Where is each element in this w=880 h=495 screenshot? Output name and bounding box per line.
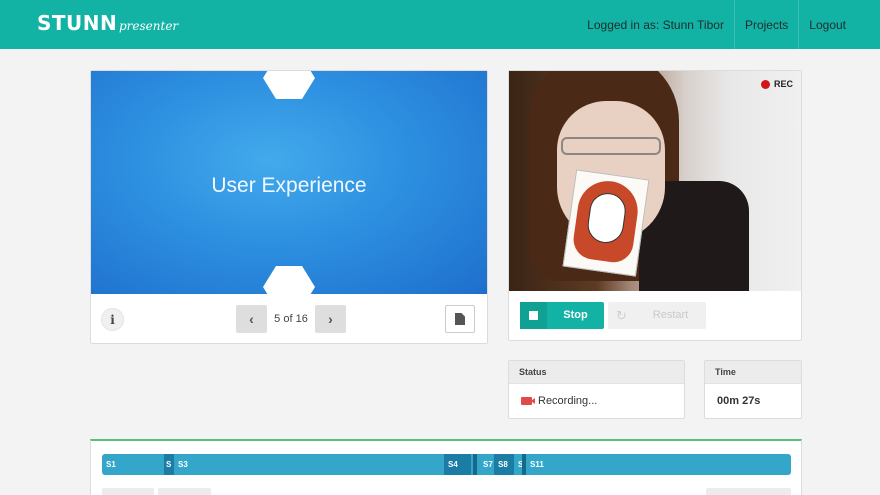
hexagon-bottom-decoration xyxy=(263,266,315,294)
restart-button[interactable]: ↻ Restart xyxy=(608,302,706,329)
top-navbar: STUNN presenter Logged in as: Stunn Tibo… xyxy=(0,0,880,49)
timeline-track[interactable]: S1 S S3 S4 S7 S8 S1 S11 xyxy=(102,454,791,475)
timeline-marker xyxy=(473,454,477,475)
timeline-control[interactable] xyxy=(706,488,791,495)
projects-link[interactable]: Projects xyxy=(733,0,798,49)
timeline-control[interactable] xyxy=(102,488,154,495)
timeline-segment[interactable]: S11 xyxy=(526,454,791,475)
timeline-segment[interactable]: S xyxy=(164,454,174,475)
timeline-segment[interactable]: S1 xyxy=(102,454,164,475)
rec-indicator: REC xyxy=(760,79,793,89)
stop-icon xyxy=(529,311,538,320)
held-drawing xyxy=(562,169,650,277)
next-slide-button[interactable]: › xyxy=(315,305,346,333)
timeline-control[interactable] xyxy=(158,488,211,495)
record-dot-icon xyxy=(760,79,770,89)
rec-label: REC xyxy=(773,79,793,89)
slide-preview: User Experience xyxy=(91,71,487,294)
time-box: Time 00m 27s xyxy=(704,360,802,419)
time-value: 00m 27s xyxy=(717,395,761,407)
hexagon-top-decoration xyxy=(263,71,315,99)
status-box: Status Recording... xyxy=(508,360,685,419)
previous-slide-button[interactable]: ‹ xyxy=(236,305,267,333)
slide-pager: ‹ 5 of 16 › xyxy=(236,305,346,333)
stop-label: Stop xyxy=(563,309,588,321)
timeline-segment[interactable]: S3 xyxy=(174,454,444,475)
webcam-panel: REC Stop ↻ Restart xyxy=(508,70,802,341)
timeline-segment[interactable]: S7 xyxy=(479,454,494,475)
page-indicator: 5 of 16 xyxy=(274,313,308,325)
notes-button[interactable] xyxy=(445,305,475,333)
logged-in-user: Logged in as: Stunn Tibor xyxy=(587,17,724,32)
slide-title: User Experience xyxy=(211,174,367,197)
webcam-feed: REC xyxy=(509,71,801,291)
logo-text: STUNN xyxy=(37,11,118,35)
document-icon xyxy=(455,313,465,325)
recording-controls: Stop ↻ Restart xyxy=(509,291,801,341)
logo-subtext: presenter xyxy=(119,19,179,33)
info-icon: i xyxy=(110,312,115,327)
slide-controls: i ‹ 5 of 16 › xyxy=(91,294,487,344)
timeline-panel: S1 S S3 S4 S7 S8 S1 S11 xyxy=(90,439,802,495)
video-camera-icon xyxy=(521,397,535,405)
status-heading: Status xyxy=(509,361,684,384)
stop-button[interactable]: Stop xyxy=(520,302,604,329)
nav-menu: Logged in as: Stunn Tibor Projects Logou… xyxy=(577,0,856,49)
logout-link[interactable]: Logout xyxy=(798,0,856,49)
timeline-segment[interactable]: S8 xyxy=(494,454,514,475)
chevron-right-icon: › xyxy=(328,311,333,327)
status-value: Recording... xyxy=(538,395,598,407)
restart-label: Restart xyxy=(652,309,689,321)
info-button[interactable]: i xyxy=(101,308,124,331)
chevron-left-icon: ‹ xyxy=(249,311,254,327)
time-heading: Time xyxy=(705,361,801,384)
slide-panel: User Experience i ‹ 5 of 16 › xyxy=(90,70,488,344)
timeline-segment[interactable]: S4 xyxy=(444,454,471,475)
app-logo[interactable]: STUNN presenter xyxy=(37,11,178,35)
refresh-icon: ↻ xyxy=(616,308,627,323)
